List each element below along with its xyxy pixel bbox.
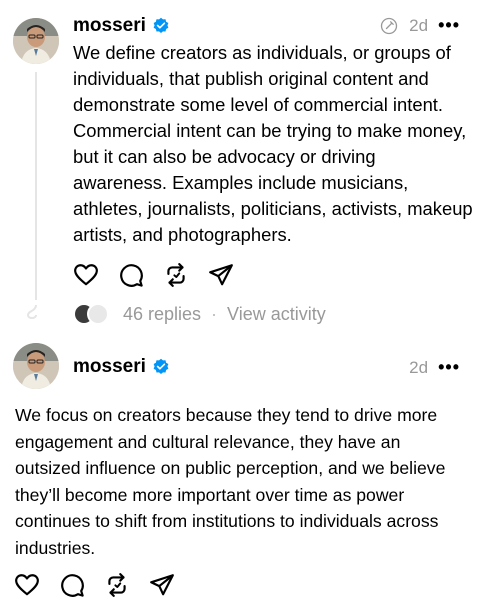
- post-actions: [14, 572, 175, 598]
- avatar[interactable]: [13, 18, 59, 64]
- heart-icon[interactable]: [73, 262, 99, 288]
- replies-count-link[interactable]: 46 replies: [123, 304, 201, 325]
- reply-avatars: [73, 303, 113, 325]
- replies-summary: 46 replies · View activity: [73, 303, 326, 325]
- post-meta: 2d •••: [379, 15, 460, 36]
- username-text[interactable]: mosseri: [73, 356, 146, 378]
- post-actions: [73, 262, 234, 288]
- post-body: We focus on creators because they tend t…: [15, 405, 446, 558]
- more-icon[interactable]: •••: [438, 357, 460, 378]
- avatar[interactable]: [13, 343, 59, 389]
- view-activity-link[interactable]: View activity: [227, 304, 326, 325]
- heart-icon[interactable]: [14, 572, 40, 598]
- verified-badge-icon: [153, 358, 169, 375]
- post-body: We define creators as individuals, or gr…: [73, 42, 473, 245]
- verified-badge-icon: [153, 17, 169, 34]
- comment-icon[interactable]: [59, 572, 85, 598]
- repost-icon[interactable]: [163, 262, 189, 288]
- thread-line: [35, 72, 37, 300]
- username-text[interactable]: mosseri: [73, 15, 146, 37]
- comment-icon[interactable]: [118, 262, 144, 288]
- edit-icon: [381, 17, 398, 34]
- post-timestamp: 2d: [409, 357, 429, 377]
- send-icon[interactable]: [149, 572, 175, 598]
- separator: ·: [211, 303, 218, 324]
- more-icon[interactable]: •••: [438, 15, 460, 36]
- repost-icon[interactable]: [104, 572, 130, 598]
- post-username[interactable]: mosseri: [73, 356, 170, 378]
- thread-end-loop-icon: [26, 305, 37, 319]
- post-username[interactable]: mosseri: [73, 15, 170, 37]
- reply-avatar: [87, 303, 109, 325]
- post-timestamp: 2d: [409, 15, 429, 35]
- send-icon[interactable]: [208, 262, 234, 288]
- post-meta: 2d •••: [409, 357, 460, 378]
